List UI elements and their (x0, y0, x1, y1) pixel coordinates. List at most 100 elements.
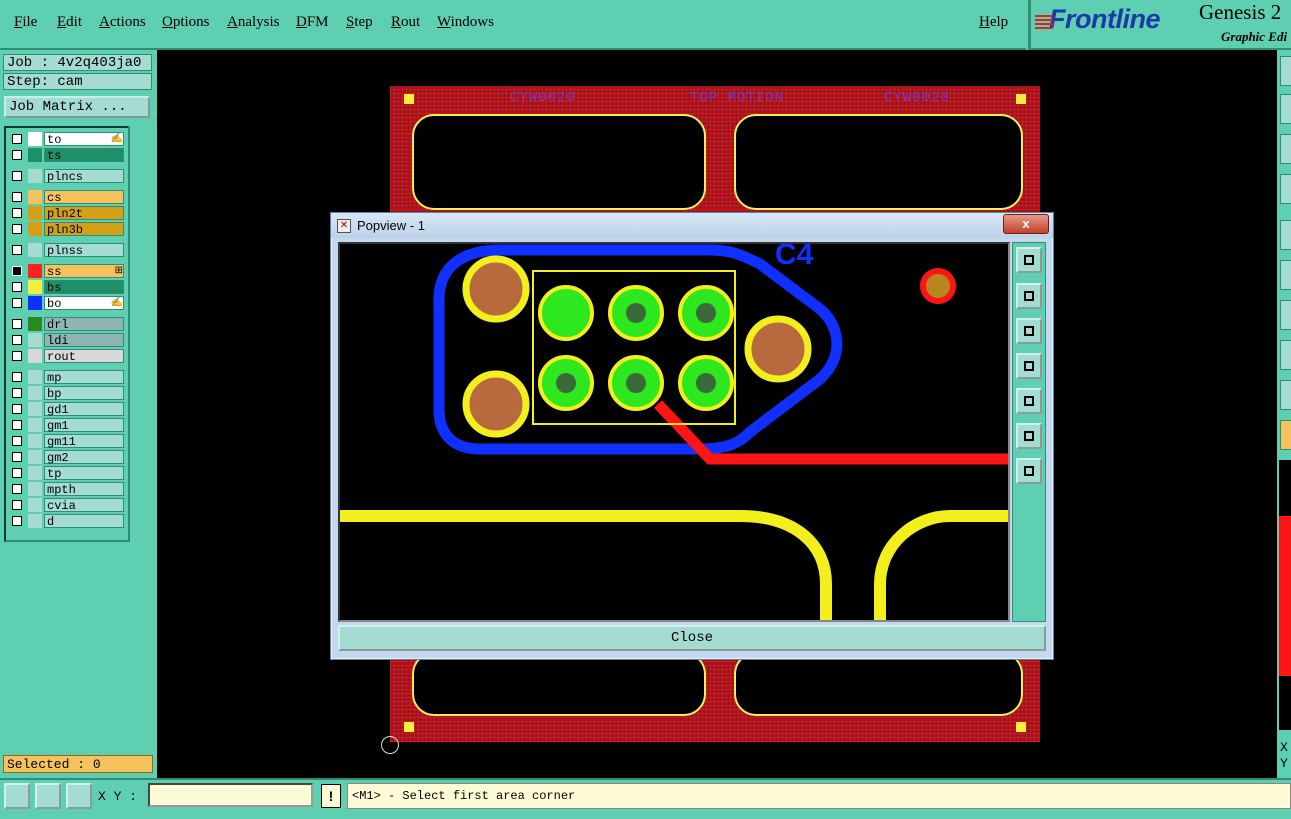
layer-checkbox[interactable] (12, 388, 22, 398)
pan-right-icon[interactable] (1016, 388, 1042, 414)
menu-step[interactable]: Step (346, 14, 373, 31)
layer-row-ldi[interactable]: ldi (8, 333, 126, 348)
layer-row-gm2[interactable]: gm2 (8, 450, 126, 465)
tool-button[interactable] (1280, 340, 1291, 370)
tool-button[interactable] (1280, 174, 1291, 204)
layer-row-ss[interactable]: ss ⊞ (8, 264, 126, 279)
layer-checkbox[interactable] (12, 420, 22, 430)
pan-down-icon[interactable] (1016, 318, 1042, 344)
measure-icon[interactable] (35, 783, 61, 809)
menu-file[interactable]: File (14, 14, 37, 31)
layer-row-d[interactable]: d (8, 514, 126, 529)
menu-rout[interactable]: Rout (391, 14, 420, 31)
alert-icon[interactable]: ! (321, 784, 341, 808)
layer-row-tp[interactable]: tp (8, 466, 126, 481)
pan-left-icon[interactable] (1016, 353, 1042, 379)
menu-edit[interactable]: Edit (57, 14, 82, 31)
layer-checkbox[interactable] (12, 516, 22, 526)
layer-row-pln3b[interactable]: pln3b (8, 222, 126, 237)
menu-windows[interactable]: Windows (437, 14, 494, 31)
layer-checkbox[interactable] (12, 372, 22, 382)
layer-checkbox[interactable] (12, 171, 22, 181)
layer-checkbox[interactable] (12, 224, 22, 234)
tool-button[interactable] (1280, 56, 1291, 86)
layer-row-mpth[interactable]: mpth (8, 482, 126, 497)
layer-checkbox[interactable] (12, 436, 22, 446)
layer-row-rout[interactable]: rout (8, 349, 126, 364)
pan-up-icon[interactable] (1016, 283, 1042, 309)
layer-row-plnss[interactable]: plnss (8, 243, 126, 258)
layer-name[interactable]: drl (44, 317, 124, 332)
layer-name[interactable]: gm1 (44, 418, 124, 433)
layer-row-ts[interactable]: ts (8, 148, 126, 163)
close-button[interactable]: Close (338, 625, 1046, 651)
layer-name[interactable]: pln2t (44, 206, 124, 221)
job-matrix-button[interactable]: Job Matrix ... (4, 96, 150, 118)
layer-row-cvia[interactable]: cvia (8, 498, 126, 513)
layer-checkbox[interactable] (12, 282, 22, 292)
close-icon[interactable]: x (1003, 214, 1049, 234)
layer-name[interactable]: d (44, 514, 124, 529)
layer-checkbox[interactable] (12, 298, 22, 308)
xy-input[interactable] (148, 783, 313, 807)
menu-options[interactable]: Options (162, 14, 210, 31)
layer-checkbox[interactable] (12, 266, 22, 276)
zoom-fit-icon[interactable] (1016, 247, 1042, 273)
layer-checkbox[interactable] (12, 319, 22, 329)
snap-icon[interactable] (4, 783, 30, 809)
layer-checkbox[interactable] (12, 134, 22, 144)
layer-row-gd1[interactable]: gd1 (8, 402, 126, 417)
menu-actions[interactable]: Actions (99, 14, 146, 31)
layer-name[interactable]: plncs (44, 169, 124, 184)
layer-row-bo[interactable]: bo ✍ (8, 296, 126, 311)
popview-titlebar[interactable]: ✕ Popview - 1 x (331, 213, 1053, 238)
zoom-in-icon[interactable] (1016, 423, 1042, 449)
zoom-out-icon[interactable] (1016, 458, 1042, 484)
tool-button[interactable] (1280, 134, 1291, 164)
tool-button[interactable] (1280, 380, 1291, 410)
layer-name[interactable]: ldi (44, 333, 124, 348)
layer-row-pln2t[interactable]: pln2t (8, 206, 126, 221)
menu-analysis[interactable]: Analysis (227, 14, 280, 31)
layer-name[interactable]: gm11 (44, 434, 124, 449)
layer-row-gm1[interactable]: gm1 (8, 418, 126, 433)
layer-row-cs[interactable]: cs (8, 190, 126, 205)
layer-name[interactable]: gd1 (44, 402, 124, 417)
layer-row-mp[interactable]: mp (8, 370, 126, 385)
layer-checkbox[interactable] (12, 245, 22, 255)
popview-canvas[interactable]: C4 (338, 242, 1010, 622)
layer-checkbox[interactable] (12, 208, 22, 218)
layer-name[interactable]: plnss (44, 243, 124, 258)
layer-name[interactable]: rout (44, 349, 124, 364)
grid-icon[interactable] (66, 783, 92, 809)
layer-name[interactable]: gm2 (44, 450, 124, 465)
menu-help[interactable]: Help (979, 14, 1008, 31)
layer-checkbox[interactable] (12, 335, 22, 345)
layer-name[interactable]: mp (44, 370, 124, 385)
layer-checkbox[interactable] (12, 500, 22, 510)
layer-name[interactable]: cs (44, 190, 124, 205)
layer-checkbox[interactable] (12, 452, 22, 462)
tool-button[interactable] (1280, 420, 1291, 450)
layer-row-plncs[interactable]: plncs (8, 169, 126, 184)
tool-button[interactable] (1280, 220, 1291, 250)
layer-row-bs[interactable]: bs (8, 280, 126, 295)
layer-row-bp[interactable]: bp (8, 386, 126, 401)
layer-checkbox[interactable] (12, 468, 22, 478)
layer-name[interactable]: ts (44, 148, 124, 163)
layer-name[interactable]: cvia (44, 498, 124, 513)
layer-checkbox[interactable] (12, 351, 22, 361)
layer-name[interactable]: ss (44, 264, 124, 279)
layer-name[interactable]: bs (44, 280, 124, 295)
layer-name[interactable]: tp (44, 466, 124, 481)
layer-name[interactable]: bp (44, 386, 124, 401)
layer-row-gm11[interactable]: gm11 (8, 434, 126, 449)
layer-checkbox[interactable] (12, 192, 22, 202)
layer-name[interactable]: mpth (44, 482, 124, 497)
layer-checkbox[interactable] (12, 484, 22, 494)
layer-checkbox[interactable] (12, 404, 22, 414)
layer-name[interactable]: pln3b (44, 222, 124, 237)
layer-checkbox[interactable] (12, 150, 22, 160)
layer-row-drl[interactable]: drl (8, 317, 126, 332)
layer-list-scrollbar[interactable] (128, 126, 155, 538)
